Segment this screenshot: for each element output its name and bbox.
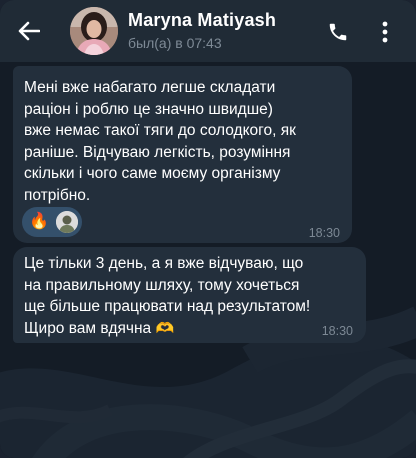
avatar-photo	[70, 7, 118, 55]
call-button[interactable]	[323, 17, 353, 47]
phone-icon	[329, 23, 347, 41]
message-bubble-2[interactable]: Це тільки 3 день, а я вже відчуваю, що н…	[13, 247, 366, 343]
contact-name[interactable]: Maryna Matiyash	[128, 10, 276, 31]
message-text-1: Мені вже набагато легше складати раціон …	[24, 79, 296, 204]
chat-header: Maryna Matiyash был(а) в 07:43	[0, 0, 416, 62]
more-options-button[interactable]	[375, 15, 395, 49]
message-time-1: 18:30	[308, 226, 340, 240]
last-seen-status: был(а) в 07:43	[128, 35, 222, 51]
reactor-avatar	[56, 211, 78, 233]
chat-screen: Maryna Matiyash был(а) в 07:43 Мені вже …	[0, 0, 416, 458]
back-arrow-icon	[18, 21, 40, 41]
message-reactions[interactable]: 🔥	[22, 207, 82, 237]
heart-hands-emoji: 🫶	[155, 319, 175, 337]
message-bubble-1[interactable]: Мені вже набагато легше складати раціон …	[13, 66, 352, 243]
back-button[interactable]	[12, 14, 46, 48]
fire-reaction-icon: 🔥	[29, 213, 49, 230]
message-time-2: 18:30	[321, 324, 353, 338]
more-vertical-icon	[382, 21, 388, 43]
contact-avatar[interactable]	[70, 7, 118, 55]
message-text-2: Це тільки 3 день, а я вже відчуваю, що н…	[24, 253, 356, 339]
